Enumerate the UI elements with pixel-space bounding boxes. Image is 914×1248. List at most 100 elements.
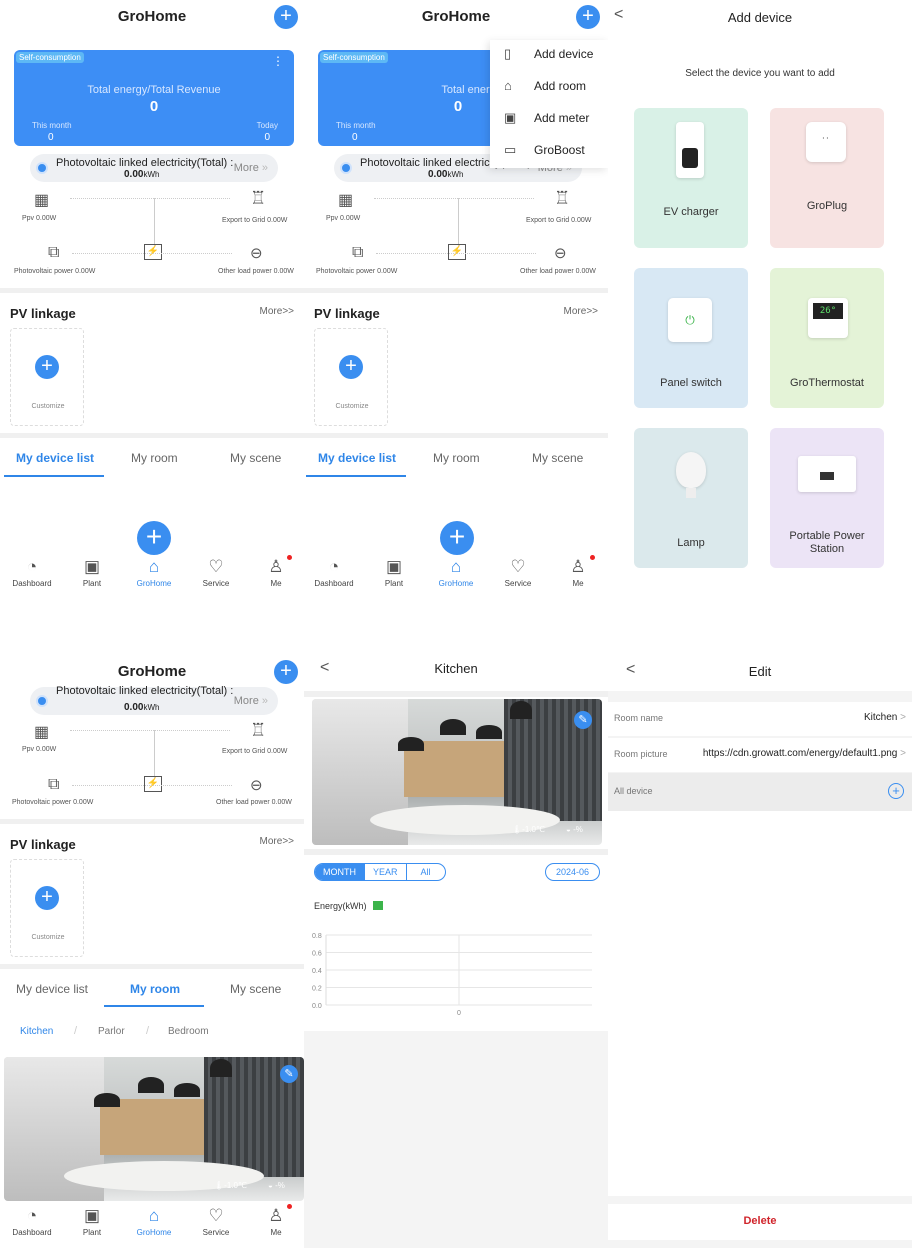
section-divider xyxy=(304,849,608,855)
nav-me[interactable]: ♙ Me xyxy=(246,1206,304,1237)
chart-legend: Energy(kWh) xyxy=(314,901,384,911)
room-icon: ⌂ xyxy=(504,78,512,93)
active-tab-indicator xyxy=(306,475,406,477)
humidity-readout: ◒ -% xyxy=(566,825,583,834)
nav-me[interactable]: ♙ Me xyxy=(246,557,304,588)
nav-me[interactable]: ♙ Me xyxy=(548,557,608,588)
bottom-navigation: ◔ Dashboard ▣ Plant ⌂ GroHome ♡ Service ♙ Me xyxy=(304,555,608,605)
nav-dashboard[interactable]: ◔ Dashboard xyxy=(304,557,364,588)
menu-groboost[interactable]: ▭ GroBoost xyxy=(490,136,608,168)
device-card-groplug[interactable]: ˙˙ GroPlug xyxy=(770,108,884,248)
customize-tile[interactable]: + Customize xyxy=(10,859,84,957)
date-picker[interactable]: 2024-06 xyxy=(544,863,600,881)
plant-icon: ▣ xyxy=(83,1206,101,1225)
more-options-icon[interactable]: ⋮ xyxy=(272,54,284,68)
nav-grohome[interactable]: ⌂ GroHome xyxy=(124,1206,184,1237)
tab-my-room[interactable]: My room xyxy=(131,451,178,465)
nav-dashboard[interactable]: ◔ Dashboard xyxy=(2,557,62,588)
ppv-label: Ppv 0.00W xyxy=(22,746,57,753)
flow-line-top xyxy=(70,730,230,731)
customize-tile[interactable]: + Customize xyxy=(314,328,388,426)
nav-grohome[interactable]: ⌂ GroHome xyxy=(124,557,184,588)
nav-plant[interactable]: ▣ Plant xyxy=(62,557,122,588)
add-device-fab[interactable]: + xyxy=(137,521,171,555)
add-plus-button[interactable]: + xyxy=(274,5,298,29)
other-load-icon: ⊖ xyxy=(250,245,263,262)
device-list-area xyxy=(608,811,912,1196)
pv-value: 0.00kWh xyxy=(124,169,160,180)
me-icon: ♙ xyxy=(570,557,586,576)
add-device-circle-icon[interactable]: + xyxy=(888,783,904,799)
app-title: GroHome xyxy=(421,8,491,25)
customize-plus-icon[interactable]: + xyxy=(35,886,59,910)
pv-linkage-title: PV linkage xyxy=(314,306,380,321)
solar-panel-icon: ▦ xyxy=(338,192,354,209)
tab-my-device-list[interactable]: My device list xyxy=(16,451,94,465)
nav-service[interactable]: ♡ Service xyxy=(186,557,246,588)
section-divider xyxy=(304,691,608,697)
tab-my-scene[interactable]: My scene xyxy=(230,982,281,996)
device-card-ev-charger[interactable]: EV charger xyxy=(634,108,748,248)
nav-dashboard[interactable]: ◔ Dashboard xyxy=(2,1206,62,1237)
tab-my-device-list[interactable]: My device list xyxy=(16,982,88,996)
room-picture-row[interactable]: Room picture https://cdn.growatt.com/ene… xyxy=(608,738,912,772)
menu-add-meter[interactable]: ▣ Add meter xyxy=(490,104,608,136)
x-tick-label: 0 xyxy=(457,1010,461,1017)
add-device-subtitle: Select the device you want to add xyxy=(685,68,835,79)
room-filter-parlor[interactable]: Parlor xyxy=(98,1026,125,1037)
more-link[interactable]: More » xyxy=(234,695,268,707)
device-card-grothermostat[interactable]: 26° GroThermostat xyxy=(770,268,884,408)
service-icon: ♡ xyxy=(208,557,224,576)
nav-service[interactable]: ♡ Service xyxy=(186,1206,246,1237)
add-device-fab[interactable]: + xyxy=(440,521,474,555)
more-link[interactable]: More » xyxy=(234,162,268,174)
pv-power-icon: ⧉ xyxy=(48,776,60,793)
pv-power-label: Photovoltaic power 0.00W xyxy=(14,268,96,275)
flow-line-bottom xyxy=(376,253,536,254)
pv-linkage-more-link[interactable]: More>> xyxy=(260,836,294,847)
device-card-portable-power-station[interactable]: Portable Power Station xyxy=(770,428,884,568)
pv-linked-electricity-bar[interactable]: Photovoltaic linked electricity(Total) :… xyxy=(30,685,278,715)
room-filter-kitchen[interactable]: Kitchen xyxy=(20,1026,53,1037)
nav-service[interactable]: ♡ Service xyxy=(488,557,548,588)
customize-plus-icon[interactable]: + xyxy=(339,355,363,379)
device-card-panel-switch[interactable]: ⏻ Panel switch xyxy=(634,268,748,408)
tab-my-room[interactable]: My room xyxy=(433,451,480,465)
tab-all[interactable]: All xyxy=(407,864,445,880)
nav-plant[interactable]: ▣ Plant xyxy=(364,557,424,588)
add-plus-button[interactable]: + xyxy=(576,5,600,29)
export-to-grid-label: Export to Grid 0.00W xyxy=(222,217,288,224)
tab-my-scene[interactable]: My scene xyxy=(230,451,281,465)
room-name-row[interactable]: Room name Kitchen > xyxy=(608,702,912,736)
add-plus-button[interactable]: + xyxy=(274,660,298,684)
tab-my-room[interactable]: My room xyxy=(130,982,180,996)
tab-month[interactable]: MONTH xyxy=(315,864,365,880)
info-dot-icon xyxy=(36,162,48,174)
kitchen-room-card[interactable]: ✎ 🌡-1.0℃ ◒ -% xyxy=(4,1057,304,1201)
tab-year[interactable]: YEAR xyxy=(365,864,407,880)
pendant-lamp xyxy=(174,1083,200,1097)
delete-button[interactable]: Delete xyxy=(608,1204,912,1240)
tab-my-device-list[interactable]: My device list xyxy=(318,451,396,465)
tab-my-scene[interactable]: My scene xyxy=(532,451,583,465)
bulb-base xyxy=(686,488,696,498)
room-filter-bedroom[interactable]: Bedroom xyxy=(168,1026,209,1037)
energy-summary-card[interactable]: Self-consumption ⋮ Total energy/Total Re… xyxy=(14,50,294,146)
customize-tile[interactable]: + Customize xyxy=(10,328,84,426)
menu-add-room[interactable]: ⌂ Add room xyxy=(490,72,608,104)
grohome-dropdown-panel: GroHome + Self-consumption Total energy/… xyxy=(304,0,608,610)
temperature-readout: 🌡-1.0℃ xyxy=(214,1181,247,1190)
groboost-icon: ▭ xyxy=(504,142,517,157)
customize-plus-icon[interactable]: + xyxy=(35,355,59,379)
pv-linked-electricity-bar[interactable]: Photovoltaic linked electricity(Total) :… xyxy=(30,154,278,182)
menu-add-device[interactable]: ▯ Add device xyxy=(490,40,608,72)
pv-power-label: Photovoltaic power 0.00W xyxy=(316,268,398,275)
pv-linkage-more-link[interactable]: More>> xyxy=(564,306,598,317)
nav-plant[interactable]: ▣ Plant xyxy=(62,1206,122,1237)
edit-pencil-icon[interactable]: ✎ xyxy=(574,711,592,729)
nav-grohome[interactable]: ⌂ GroHome xyxy=(426,557,486,588)
device-card-lamp[interactable]: Lamp xyxy=(634,428,748,568)
edit-pencil-icon[interactable]: ✎ xyxy=(280,1065,298,1083)
room-name-value: Kitchen > xyxy=(864,712,906,723)
pv-linkage-more-link[interactable]: More>> xyxy=(260,306,294,317)
